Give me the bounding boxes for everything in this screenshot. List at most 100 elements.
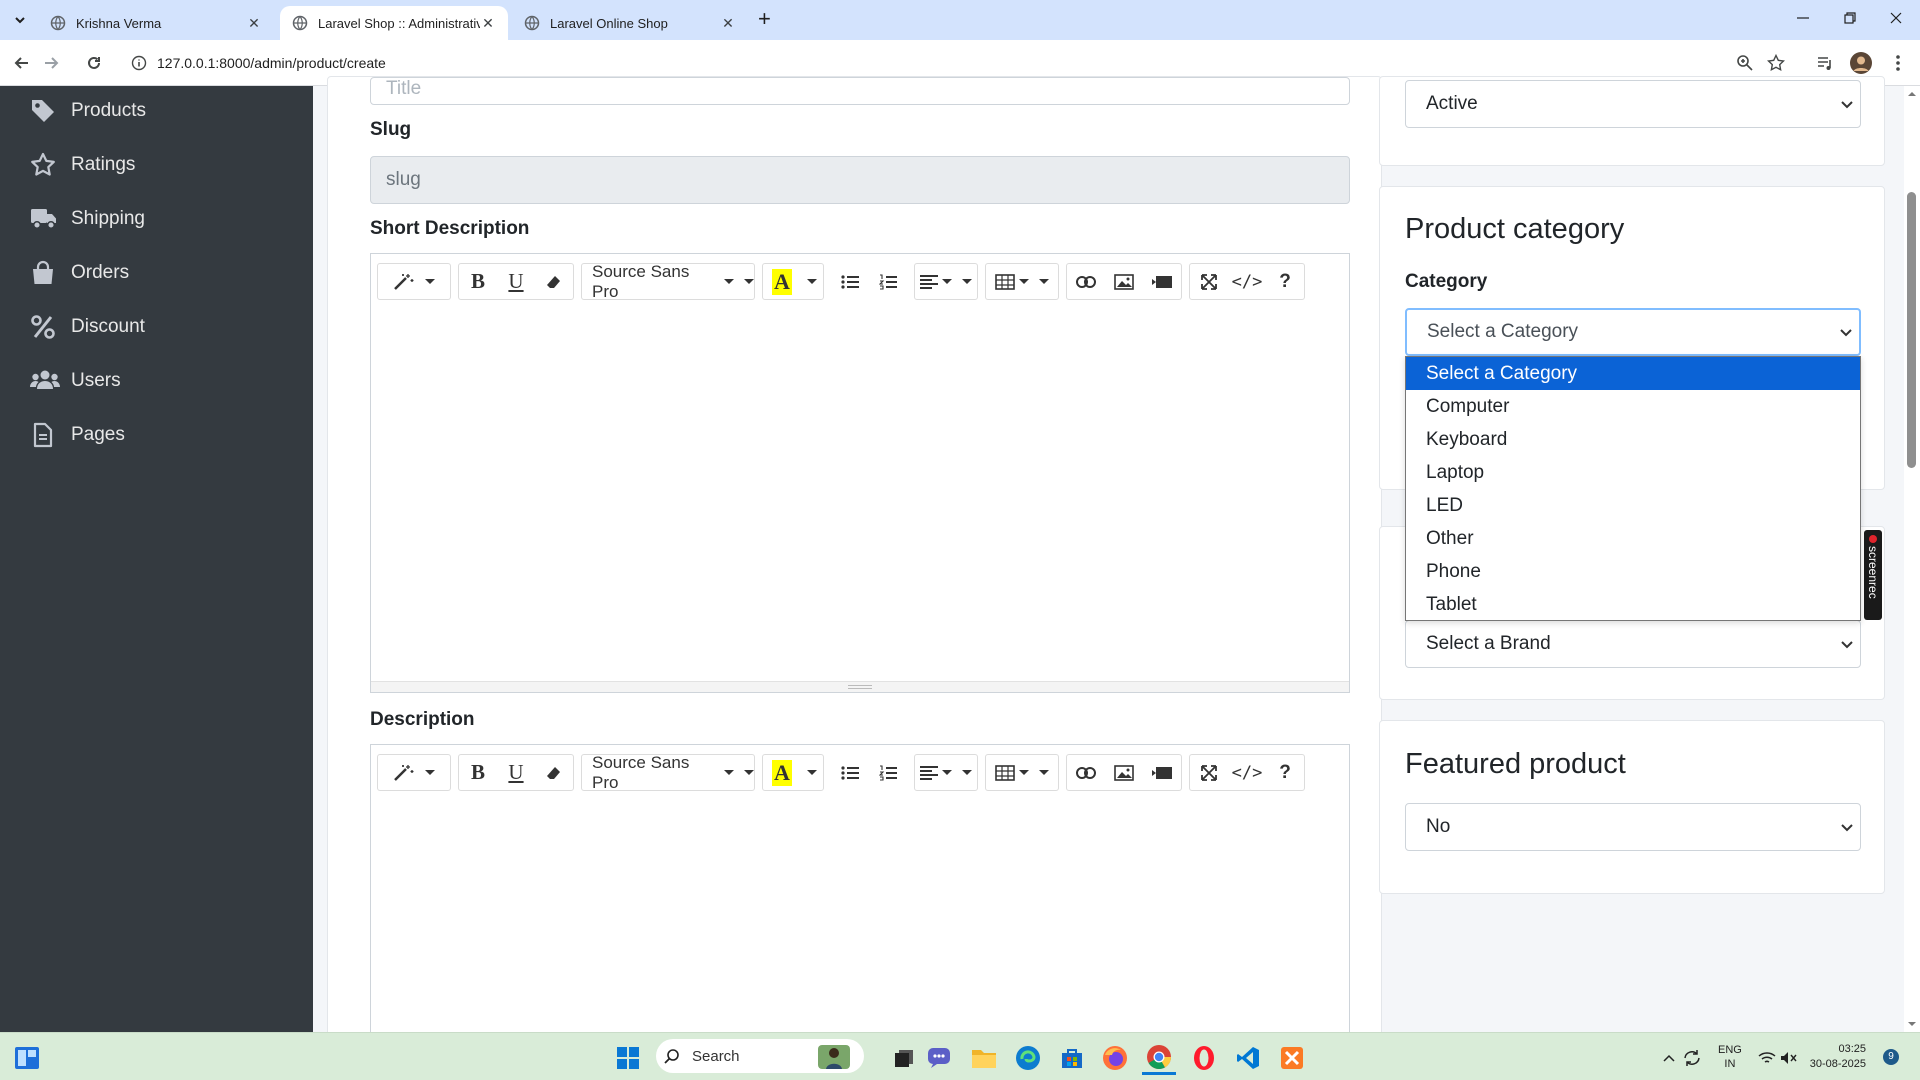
slug-input[interactable]: slug	[370, 156, 1350, 204]
chrome-menu-icon[interactable]	[1884, 49, 1912, 77]
color-dropdown-button[interactable]	[801, 264, 823, 299]
zoom-icon[interactable]	[1736, 54, 1754, 72]
font-family-dropdown[interactable]: Source Sans Pro	[581, 753, 755, 792]
category-option[interactable]: Keyboard	[1406, 423, 1860, 456]
code-view-button[interactable]: </>	[1228, 264, 1266, 299]
windows-start-icon[interactable]	[611, 1041, 645, 1075]
video-icon[interactable]	[1143, 755, 1181, 790]
paragraph-align-dropdown[interactable]	[914, 263, 978, 300]
eraser-icon[interactable]	[535, 755, 573, 790]
volume-muted-icon[interactable]	[1772, 1041, 1806, 1075]
tab-laravel-online-shop[interactable]: Laravel Online Shop ✕	[512, 6, 748, 40]
link-icon[interactable]	[1067, 755, 1105, 790]
task-view-icon[interactable]	[887, 1041, 921, 1075]
image-icon[interactable]	[1105, 755, 1143, 790]
ordered-list-icon[interactable]	[869, 264, 907, 299]
vscode-icon[interactable]	[1231, 1041, 1265, 1075]
microsoft-store-icon[interactable]	[1055, 1041, 1089, 1075]
close-window-icon[interactable]	[1888, 10, 1904, 26]
style-dropdown[interactable]	[377, 754, 451, 791]
category-option[interactable]: Tablet	[1406, 588, 1860, 620]
table-dropdown[interactable]	[985, 263, 1059, 300]
screenrec-badge[interactable]: screenrec	[1864, 530, 1882, 620]
category-option[interactable]: Select a Category	[1406, 357, 1860, 390]
taskbar-search-box[interactable]: Search	[656, 1039, 864, 1073]
code-view-button[interactable]: </>	[1228, 755, 1266, 790]
restore-icon[interactable]	[1842, 10, 1858, 26]
scrollbar-thumb[interactable]	[1907, 192, 1916, 468]
bold-button[interactable]: B	[459, 755, 497, 790]
font-family-dropdown[interactable]: Source Sans Pro	[581, 262, 755, 301]
bookmark-star-icon[interactable]	[1767, 54, 1785, 72]
language-indicator[interactable]: ENG IN	[1718, 1043, 1742, 1071]
teams-chat-icon[interactable]	[922, 1041, 956, 1075]
style-dropdown[interactable]	[377, 263, 451, 300]
short-description-editor[interactable]: B U Source Sans Pro A </> ?	[370, 253, 1350, 693]
help-button[interactable]: ?	[1266, 755, 1304, 790]
featured-select[interactable]: No	[1405, 803, 1861, 851]
close-tab-icon[interactable]: ✕	[720, 15, 736, 31]
description-editor[interactable]: B U Source Sans Pro A </> ?	[370, 744, 1350, 1064]
edge-icon[interactable]	[1011, 1041, 1045, 1075]
notification-badge[interactable]: 9	[1883, 1049, 1899, 1065]
editor-resize-handle[interactable]	[371, 681, 1349, 692]
category-option[interactable]: Other	[1406, 522, 1860, 555]
address-bar[interactable]: 127.0.0.1:8000/admin/product/create	[126, 47, 1786, 79]
link-icon[interactable]	[1067, 264, 1105, 299]
clock[interactable]: 03:25 30-08-2025	[1802, 1042, 1866, 1072]
category-option[interactable]: Computer	[1406, 390, 1860, 423]
profile-avatar[interactable]	[1847, 49, 1875, 77]
ordered-list-icon[interactable]	[869, 755, 907, 790]
brand-select[interactable]: Select a Brand	[1405, 620, 1861, 668]
opera-icon[interactable]	[1187, 1041, 1221, 1075]
underline-button[interactable]: U	[497, 755, 535, 790]
media-control-icon[interactable]	[1811, 49, 1839, 77]
tab-search-chevron-icon[interactable]	[6, 6, 34, 34]
sidebar-item-ratings[interactable]: Ratings	[30, 145, 135, 185]
site-info-icon[interactable]	[131, 55, 147, 71]
text-color-button[interactable]: A	[763, 264, 801, 299]
tab-krishna-verma[interactable]: Krishna Verma ✕	[38, 6, 274, 40]
reload-icon[interactable]	[80, 49, 108, 77]
fullscreen-icon[interactable]	[1190, 755, 1228, 790]
close-tab-icon[interactable]: ✕	[246, 15, 262, 31]
paragraph-align-dropdown[interactable]	[914, 754, 978, 791]
category-option[interactable]: LED	[1406, 489, 1860, 522]
help-button[interactable]: ?	[1266, 264, 1304, 299]
eraser-icon[interactable]	[535, 264, 573, 299]
sidebar-item-orders[interactable]: Orders	[30, 253, 129, 293]
sidebar-item-users[interactable]: Users	[30, 361, 121, 401]
unordered-list-icon[interactable]	[831, 264, 869, 299]
tab-laravel-shop-admin[interactable]: Laravel Shop :: Administrative P ✕	[280, 6, 508, 40]
widgets-icon[interactable]	[10, 1041, 44, 1075]
new-tab-button[interactable]: +	[758, 6, 771, 32]
category-option[interactable]: Laptop	[1406, 456, 1860, 489]
text-color-button[interactable]: A	[763, 755, 801, 790]
sidebar-item-products[interactable]: Products	[30, 91, 146, 131]
table-dropdown[interactable]	[985, 754, 1059, 791]
xampp-icon[interactable]	[1275, 1041, 1309, 1075]
sidebar-item-shipping[interactable]: Shipping	[30, 199, 145, 239]
sidebar-item-pages[interactable]: Pages	[30, 415, 125, 455]
category-select[interactable]: Select a Category	[1405, 308, 1861, 356]
fullscreen-icon[interactable]	[1190, 264, 1228, 299]
sidebar-item-discount[interactable]: Discount	[30, 307, 145, 347]
forward-icon[interactable]	[37, 49, 65, 77]
color-dropdown-button[interactable]	[801, 755, 823, 790]
title-input[interactable]: Title	[370, 77, 1350, 105]
magic-wand-icon	[393, 273, 415, 291]
image-icon[interactable]	[1105, 264, 1143, 299]
chrome-icon[interactable]	[1142, 1041, 1176, 1075]
minimize-icon[interactable]	[1795, 10, 1811, 26]
file-explorer-icon[interactable]	[967, 1041, 1001, 1075]
video-icon[interactable]	[1143, 264, 1181, 299]
unordered-list-icon[interactable]	[831, 755, 869, 790]
close-tab-icon[interactable]: ✕	[480, 15, 496, 31]
sync-icon[interactable]	[1675, 1041, 1709, 1075]
back-icon[interactable]	[8, 49, 36, 77]
bold-button[interactable]: B	[459, 264, 497, 299]
status-select[interactable]: Active	[1405, 80, 1861, 128]
category-option[interactable]: Phone	[1406, 555, 1860, 588]
underline-button[interactable]: U	[497, 264, 535, 299]
firefox-icon[interactable]	[1098, 1041, 1132, 1075]
